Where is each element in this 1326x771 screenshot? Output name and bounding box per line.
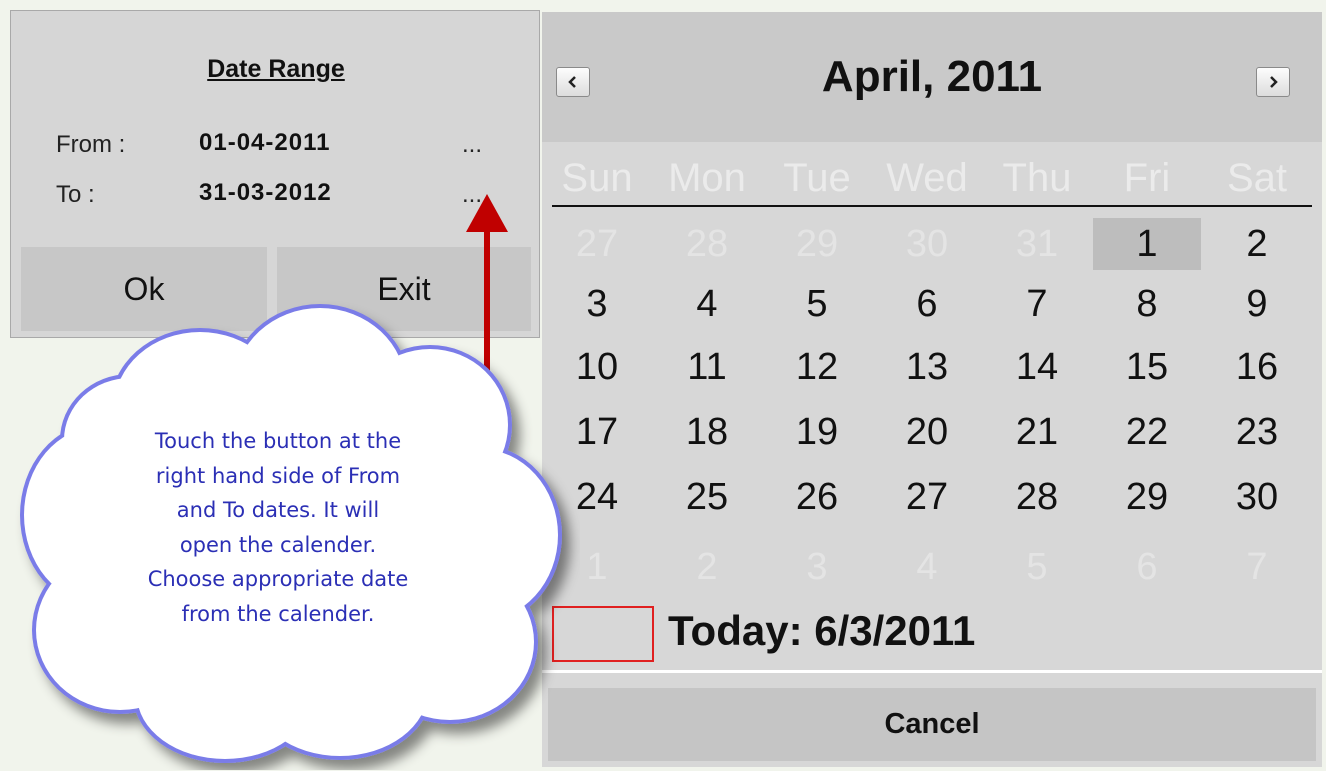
- day-cell[interactable]: 11: [653, 341, 761, 393]
- weekday-label: Wed: [886, 156, 968, 200]
- weekday-label: Mon: [668, 156, 746, 200]
- day-cell[interactable]: 4: [653, 278, 761, 330]
- day-cell[interactable]: 2: [653, 541, 761, 593]
- callout-line: Touch the button at the: [154, 429, 402, 453]
- to-date-value: 31-03-2012: [199, 179, 332, 206]
- month-title: April, 2011: [821, 52, 1043, 101]
- callout-line: Choose appropriate date: [147, 567, 409, 591]
- day-cell[interactable]: 27: [543, 218, 651, 270]
- day-cell[interactable]: 26: [763, 471, 871, 523]
- day-cell[interactable]: 16: [1203, 341, 1311, 393]
- weekday-label: Sun: [561, 156, 633, 200]
- chevron-right-icon: [1270, 75, 1278, 88]
- today-label[interactable]: Today: 6/3/2011: [668, 607, 975, 655]
- weekday-label: Thu: [1002, 156, 1072, 200]
- day-cell[interactable]: 27: [873, 471, 981, 523]
- day-cell[interactable]: 21: [983, 406, 1091, 458]
- day-cell[interactable]: 30: [1203, 471, 1311, 523]
- day-cell[interactable]: 20: [873, 406, 981, 458]
- from-date-picker-button[interactable]: ...: [447, 133, 497, 163]
- callout-line: and To dates. It will: [176, 498, 380, 522]
- next-month-button[interactable]: [1256, 67, 1290, 97]
- day-cell[interactable]: 12: [763, 341, 871, 393]
- callout-line: right hand side of From: [155, 463, 401, 488]
- calendar-divider: [542, 670, 1322, 673]
- day-cell[interactable]: 7: [1203, 541, 1311, 593]
- from-label: From :: [56, 131, 126, 158]
- callout-line: open the calender.: [179, 532, 377, 557]
- day-cell[interactable]: 25: [653, 471, 761, 523]
- day-cell[interactable]: 31: [983, 218, 1091, 270]
- calendar-popup: April, 2011 Sun Mon Tue Wed Thu Fri Sat 27 28 29…: [542, 12, 1322, 767]
- day-cell[interactable]: 28: [983, 471, 1091, 523]
- callout-line: from the calender.: [181, 601, 375, 626]
- date-range-title: Date Range: [207, 55, 345, 83]
- day-cell[interactable]: 6: [873, 278, 981, 330]
- day-cell[interactable]: 8: [1093, 278, 1201, 330]
- from-date-value: 01-04-2011: [199, 129, 331, 156]
- weekday-label: Sat: [1226, 156, 1288, 200]
- day-cell[interactable]: 4: [873, 541, 981, 593]
- day-cell[interactable]: 22: [1093, 406, 1201, 458]
- day-cell[interactable]: 23: [1203, 406, 1311, 458]
- date-range-panel: Date Range From : 01-04-2011 ... To : 31…: [10, 10, 540, 338]
- day-cell[interactable]: 29: [763, 218, 871, 270]
- to-label: To :: [56, 181, 95, 208]
- day-cell[interactable]: 9: [1203, 278, 1311, 330]
- day-cell-selected[interactable]: 1: [1093, 218, 1201, 270]
- day-cell[interactable]: 15: [1093, 341, 1201, 393]
- day-cell[interactable]: 30: [873, 218, 981, 270]
- day-cell[interactable]: 5: [763, 278, 871, 330]
- callout-text: Touch the button at the right hand side o…: [98, 424, 458, 631]
- weekday-label: Tue: [783, 156, 851, 200]
- day-cell[interactable]: 6: [1093, 541, 1201, 593]
- day-cell[interactable]: 19: [763, 406, 871, 458]
- cancel-button[interactable]: Cancel: [548, 688, 1316, 761]
- day-cell[interactable]: 14: [983, 341, 1091, 393]
- day-cell[interactable]: 5: [983, 541, 1091, 593]
- weekday-label: Fri: [1123, 156, 1171, 200]
- weekday-divider: [552, 205, 1312, 207]
- day-cell[interactable]: 7: [983, 278, 1091, 330]
- day-cell[interactable]: 18: [653, 406, 761, 458]
- day-cell[interactable]: 28: [653, 218, 761, 270]
- day-cell[interactable]: 2: [1203, 218, 1311, 270]
- day-cell[interactable]: 29: [1093, 471, 1201, 523]
- day-cell[interactable]: 3: [763, 541, 871, 593]
- day-cell[interactable]: 13: [873, 341, 981, 393]
